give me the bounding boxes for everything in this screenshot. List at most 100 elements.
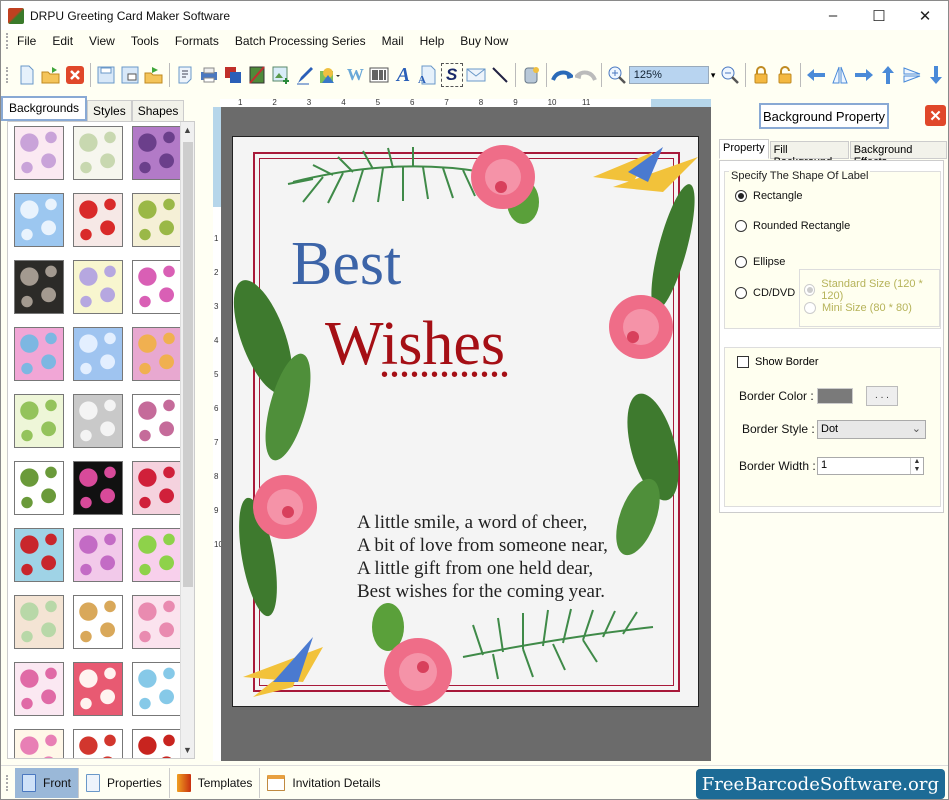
background-thumbnail-bunnies[interactable] bbox=[132, 662, 182, 716]
radio-standard-size[interactable]: Standard Size (120 * 120) bbox=[804, 278, 939, 302]
spin-arrows-icon[interactable]: ▲ ▼ bbox=[910, 458, 923, 474]
menu-batch-processing[interactable]: Batch Processing Series bbox=[227, 31, 374, 51]
database-icon[interactable] bbox=[520, 63, 542, 87]
background-thumbnail-snowflakes[interactable] bbox=[73, 327, 123, 381]
zoom-dropdown-arrow[interactable]: ▾ bbox=[709, 70, 718, 81]
radio-ellipse[interactable]: Ellipse bbox=[735, 256, 785, 268]
tab-backgrounds[interactable]: Backgrounds bbox=[1, 96, 88, 121]
background-thumbnail-baby-items[interactable] bbox=[14, 126, 64, 180]
background-thumbnail-santa[interactable] bbox=[14, 528, 64, 582]
scrollbar-thumb[interactable] bbox=[183, 142, 193, 587]
properties-button[interactable]: Properties bbox=[79, 767, 170, 798]
menu-view[interactable]: View bbox=[81, 31, 123, 51]
background-thumbnail-red-flower[interactable] bbox=[132, 729, 182, 758]
flip-horizontal-icon[interactable] bbox=[829, 63, 851, 87]
background-thumbnail-teddy-bear[interactable] bbox=[73, 595, 123, 649]
tab-shapes[interactable]: Shapes bbox=[131, 100, 185, 121]
card-heading-best[interactable]: Best bbox=[291, 233, 401, 295]
background-thumbnail-doodles[interactable] bbox=[132, 394, 182, 448]
radio-mini-size[interactable]: Mini Size (80 * 80) bbox=[804, 302, 912, 314]
close-window-button[interactable]: ✕ bbox=[902, 1, 948, 30]
background-thumbnail-pink-bubbles[interactable] bbox=[73, 528, 123, 582]
new-icon[interactable] bbox=[16, 63, 38, 87]
save-icon[interactable] bbox=[95, 63, 117, 87]
background-thumbnail-gift-boxes[interactable] bbox=[132, 260, 182, 314]
tab-property[interactable]: Property bbox=[719, 139, 769, 159]
text-box-icon[interactable]: A bbox=[416, 63, 438, 87]
design-canvas[interactable]: Best Wishes ••••••••••••• A little smile… bbox=[221, 107, 711, 761]
background-thumbnail-strawberries[interactable] bbox=[73, 193, 123, 247]
menu-tools[interactable]: Tools bbox=[123, 31, 167, 51]
arrow-right-icon[interactable] bbox=[853, 63, 875, 87]
open-icon[interactable] bbox=[40, 63, 62, 87]
arrow-down-icon[interactable] bbox=[925, 63, 947, 87]
image-picker-icon[interactable] bbox=[318, 63, 342, 87]
copy-icon[interactable] bbox=[222, 63, 244, 87]
close-panel-button[interactable]: ✕ bbox=[925, 105, 946, 126]
crop-icon[interactable] bbox=[246, 63, 268, 87]
invitation-details-button[interactable]: Invitation Details bbox=[260, 768, 387, 798]
front-button[interactable]: Front bbox=[15, 767, 80, 798]
greeting-card[interactable]: Best Wishes ••••••••••••• A little smile… bbox=[232, 136, 699, 707]
save-as-icon[interactable] bbox=[119, 63, 141, 87]
background-thumbnail-ribbons[interactable] bbox=[73, 729, 123, 758]
background-thumbnail-heart-pattern[interactable] bbox=[14, 662, 64, 716]
border-color-swatch[interactable] bbox=[817, 388, 853, 404]
radio-rounded-rectangle[interactable]: Rounded Rectangle bbox=[735, 220, 850, 232]
text-icon[interactable]: A bbox=[392, 63, 414, 87]
open-template-icon[interactable] bbox=[143, 63, 165, 87]
menu-file[interactable]: File bbox=[9, 31, 44, 51]
background-thumbnail-tiny-flowers[interactable] bbox=[73, 260, 123, 314]
background-thumbnail-red-hearts[interactable] bbox=[132, 461, 182, 515]
arrow-up-icon[interactable] bbox=[877, 63, 899, 87]
menu-help[interactable]: Help bbox=[412, 31, 453, 51]
zoom-in-icon[interactable] bbox=[606, 63, 628, 87]
close-file-icon[interactable] bbox=[64, 63, 86, 87]
show-border-checkbox[interactable]: Show Border bbox=[737, 356, 819, 368]
background-thumbnail-white-heart[interactable] bbox=[73, 394, 123, 448]
card-poem[interactable]: A little smile, a word of cheer, A bit o… bbox=[357, 511, 608, 603]
background-thumbnail-green-hearts[interactable] bbox=[14, 461, 64, 515]
background-thumbnail-butterflies[interactable] bbox=[132, 528, 182, 582]
email-icon[interactable] bbox=[465, 63, 487, 87]
border-color-browse-button[interactable]: . . . bbox=[866, 386, 898, 406]
background-thumbnail-kids-cartoons[interactable] bbox=[14, 729, 64, 758]
border-width-stepper[interactable]: 1 ▲ ▼ bbox=[817, 457, 924, 475]
scroll-down-icon[interactable]: ▼ bbox=[181, 742, 194, 758]
background-thumbnail-clouds[interactable] bbox=[14, 193, 64, 247]
menu-formats[interactable]: Formats bbox=[167, 31, 227, 51]
tab-fill-background[interactable]: Fill Background bbox=[769, 141, 849, 168]
wordart-icon[interactable]: W bbox=[344, 63, 366, 87]
properties-icon[interactable] bbox=[174, 63, 196, 87]
background-thumbnail-baby-bottles[interactable] bbox=[73, 126, 123, 180]
menu-mail[interactable]: Mail bbox=[374, 31, 412, 51]
unlock-icon[interactable] bbox=[774, 63, 796, 87]
gallery-scrollbar[interactable]: ▲ ▼ bbox=[180, 122, 194, 758]
zoom-out-icon[interactable] bbox=[719, 63, 741, 87]
background-thumbnail-leaves[interactable] bbox=[132, 193, 182, 247]
signature-icon[interactable]: S bbox=[440, 63, 463, 87]
background-thumbnail-pastel-flowers[interactable] bbox=[14, 327, 64, 381]
menu-edit[interactable]: Edit bbox=[44, 31, 81, 51]
background-thumbnail-stripes[interactable] bbox=[14, 595, 64, 649]
background-thumbnail-colorful-circles[interactable] bbox=[132, 327, 182, 381]
arrow-left-icon[interactable] bbox=[805, 63, 827, 87]
radio-rectangle[interactable]: Rectangle bbox=[735, 190, 803, 202]
menu-buy-now[interactable]: Buy Now bbox=[452, 31, 516, 51]
barcode-icon[interactable] bbox=[368, 63, 390, 87]
minimize-button[interactable]: – bbox=[810, 1, 856, 30]
tab-styles[interactable]: Styles bbox=[87, 100, 132, 121]
radio-cd-dvd[interactable]: CD/DVD bbox=[735, 287, 795, 299]
flip-vertical-icon[interactable] bbox=[901, 63, 923, 87]
background-thumbnail-fireworks[interactable] bbox=[73, 461, 123, 515]
maximize-button[interactable]: ☐ bbox=[856, 1, 902, 30]
redo-icon[interactable] bbox=[574, 63, 597, 87]
tab-background-effects[interactable]: Background Effects bbox=[849, 141, 947, 168]
border-style-select[interactable]: Dot ⌄ bbox=[817, 420, 926, 439]
background-thumbnail-heart-teddies[interactable] bbox=[73, 662, 123, 716]
insert-image-icon[interactable] bbox=[270, 63, 292, 87]
scroll-up-icon[interactable]: ▲ bbox=[181, 122, 194, 138]
background-thumbnail-christmas-trees[interactable] bbox=[14, 394, 64, 448]
templates-button[interactable]: Templates bbox=[170, 767, 261, 798]
print-icon[interactable] bbox=[198, 63, 220, 87]
